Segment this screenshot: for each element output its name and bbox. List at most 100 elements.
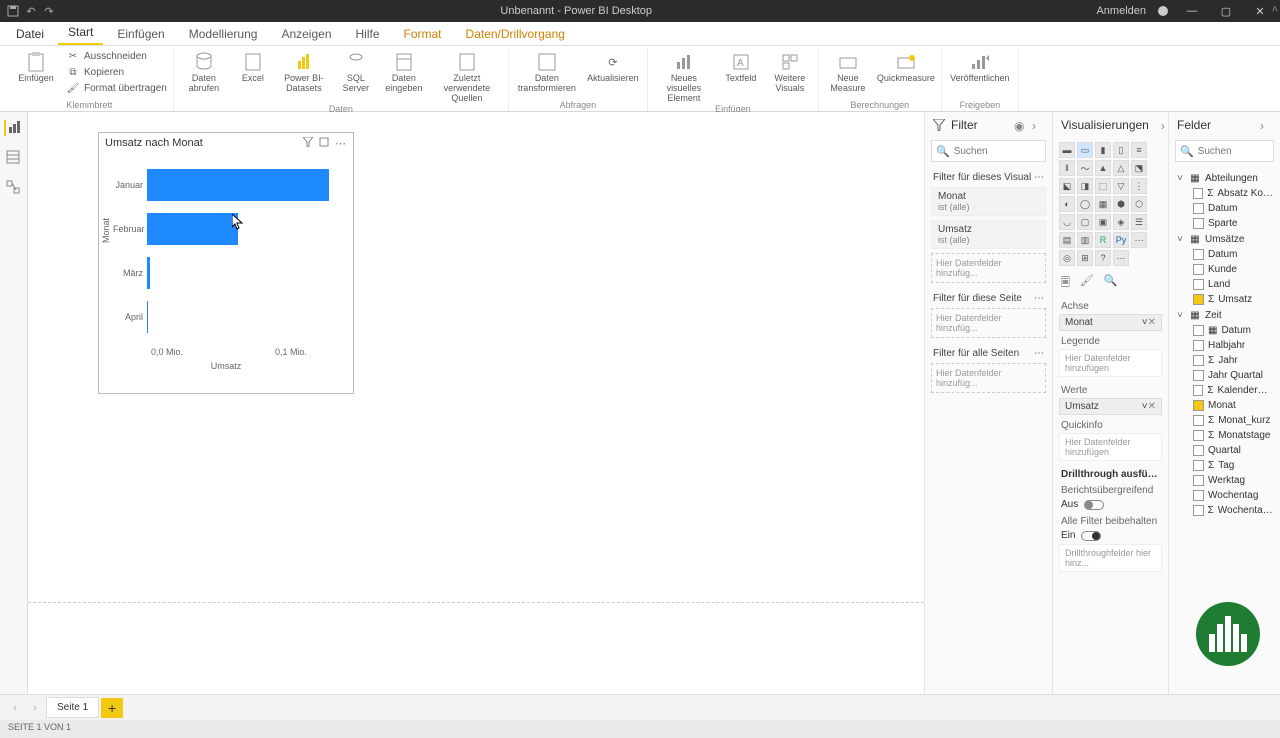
get-data-button[interactable]: Daten abrufen [180,48,228,94]
viz-matrix-icon[interactable]: ▥ [1077,232,1093,248]
paste-button[interactable]: Einfügen [12,48,60,84]
format-painter-button[interactable]: 🖌Format übertragen [66,80,167,96]
collapse-icon[interactable]: › [1260,119,1272,131]
remove-icon[interactable]: ✕ [1148,317,1156,328]
menu-format[interactable]: Format [394,23,452,45]
viz-slicer-icon[interactable]: ☰ [1131,214,1147,230]
field-sparte[interactable]: Sparte [1173,216,1276,231]
field-jahrq[interactable]: Jahr Quartal [1173,368,1276,383]
data-view-icon[interactable] [6,150,22,166]
viz-multi-icon[interactable]: ▣ [1095,214,1111,230]
field-quartal[interactable]: Quartal [1173,443,1276,458]
format-tab-icon[interactable]: 🖌 [1080,274,1094,293]
viz-decomp-icon[interactable]: ⊞ [1077,250,1093,266]
viz-donut-icon[interactable]: ◯ [1077,196,1093,212]
filter-icon[interactable] [303,137,315,149]
viz-pie-icon[interactable]: ◐ [1059,196,1075,212]
viz-ribbon-icon[interactable]: ◨ [1077,178,1093,194]
field-monatkurz[interactable]: ΣMonat_kurz [1173,413,1276,428]
sql-server-button[interactable]: SQL Server [336,48,376,94]
close-icon[interactable]: ✕ [1248,1,1272,21]
table-umsaetze[interactable]: ˅▦Umsätze [1173,231,1276,247]
field-datum2[interactable]: Datum [1173,247,1276,262]
viz-clustered-col-icon[interactable]: ▯ [1113,142,1129,158]
viz-filled-icon[interactable]: ⬡ [1131,196,1147,212]
filter-card-umsatz[interactable]: Umsatzist (alle) [931,220,1046,249]
cut-button[interactable]: ✂Ausschneiden [66,48,167,64]
field-monat[interactable]: Monat [1173,398,1276,413]
viz-qa-icon[interactable]: ? [1095,250,1111,266]
redo-icon[interactable]: ↷ [42,4,56,18]
viz-area-icon[interactable]: ▲ [1095,160,1111,176]
recent-sources-button[interactable]: Zuletzt verwendete Quellen [432,48,502,104]
eye-icon[interactable]: ◉ [1014,119,1026,131]
viz-gauge-icon[interactable]: ◡ [1059,214,1075,230]
new-visual-button[interactable]: Neues visuelles Element [654,48,714,104]
enter-data-button[interactable]: Daten eingeben [382,48,426,94]
page-tab-1[interactable]: Seite 1 [46,697,99,718]
more-icon[interactable]: ⋯ [1034,172,1044,183]
analytics-tab-icon[interactable]: 🔍 [1104,274,1118,293]
remove-icon[interactable]: ✕ [1148,401,1156,412]
keep-toggle[interactable] [1081,531,1101,541]
transform-button[interactable]: Daten transformieren [515,48,579,94]
filter-search[interactable]: 🔍 [931,140,1046,162]
report-view-icon[interactable] [4,120,20,136]
more-icon[interactable]: ⋯ [1034,348,1044,359]
field-monatstage[interactable]: ΣMonatstage [1173,428,1276,443]
bar[interactable] [147,301,148,333]
viz-combo2-icon[interactable]: ⬕ [1059,178,1075,194]
viz-card-icon[interactable]: ▢ [1077,214,1093,230]
viz-stacked-col-icon[interactable]: ▮ [1095,142,1111,158]
viz-stackarea-icon[interactable]: △ [1113,160,1129,176]
menu-view[interactable]: Anzeigen [271,23,341,45]
viz-kpi-icon[interactable]: ◈ [1113,214,1129,230]
add-page-button[interactable]: + [101,698,123,718]
viz-r-icon[interactable]: R [1095,232,1111,248]
more-visuals-button[interactable]: Weitere Visuals [768,48,812,94]
new-measure-button[interactable]: Neue Measure [825,48,871,94]
filter-drop-visual[interactable]: Hier Datenfelder hinzufüg... [931,253,1046,283]
filter-card-monat[interactable]: Monatist (alle) [931,187,1046,216]
collapse-icon[interactable]: › [1032,119,1044,131]
values-field[interactable]: Umsatz˅✕ [1059,398,1162,415]
model-view-icon[interactable] [6,180,22,196]
collapse-ribbon-icon[interactable]: ˄ [1272,4,1278,16]
field-jahr[interactable]: ΣJahr [1173,353,1276,368]
signin-button[interactable]: Anmelden [1096,5,1146,17]
viz-more-icon[interactable]: ⋯ [1131,232,1147,248]
undo-icon[interactable]: ↶ [24,4,38,18]
field-land[interactable]: Land [1173,277,1276,292]
viz-line-icon[interactable]: 〜 [1077,160,1093,176]
viz-scatter-icon[interactable]: ⋮ [1131,178,1147,194]
viz-import-icon[interactable]: ⋯ [1113,250,1129,266]
field-wochentag2[interactable]: ΣWochentag... [1173,503,1276,518]
filter-drop-page[interactable]: Hier Datenfelder hinzufüg... [931,308,1046,338]
next-page-icon[interactable]: › [26,699,44,717]
table-abteilungen[interactable]: ˅▦Abteilungen [1173,170,1276,186]
viz-map-icon[interactable]: ⬢ [1113,196,1129,212]
bar[interactable] [147,213,238,245]
field-werktag[interactable]: Werktag [1173,473,1276,488]
field-wochentag[interactable]: Wochentag [1173,488,1276,503]
menu-help[interactable]: Hilfe [346,23,390,45]
viz-waterfall-icon[interactable]: ⬚ [1095,178,1111,194]
menu-drill[interactable]: Daten/Drillvorgang [456,23,575,45]
viz-100col-icon[interactable]: ‖ [1059,160,1075,176]
tooltip-drop[interactable]: Hier Datenfelder hinzufügen [1059,433,1162,461]
pbi-datasets-button[interactable]: Power BI-Datasets [278,48,330,94]
field-datum1[interactable]: Datum [1173,201,1276,216]
field-datum3[interactable]: ▦Datum [1173,323,1276,338]
refresh-button[interactable]: ⟳Aktualisieren [585,48,641,84]
menu-model[interactable]: Modellierung [179,23,268,45]
viz-clustered-bar-icon[interactable]: ▭ [1077,142,1093,158]
viz-funnel-icon[interactable]: ▽ [1113,178,1129,194]
more-icon[interactable]: ⋯ [335,137,347,149]
minimize-icon[interactable]: — [1180,1,1204,21]
field-umsatz[interactable]: ΣUmsatz [1173,292,1276,307]
copy-button[interactable]: ⧉Kopieren [66,64,167,80]
save-icon[interactable] [6,4,20,18]
user-icon[interactable] [1156,4,1170,18]
viz-combo1-icon[interactable]: ⬔ [1131,160,1147,176]
bar[interactable] [147,169,329,201]
